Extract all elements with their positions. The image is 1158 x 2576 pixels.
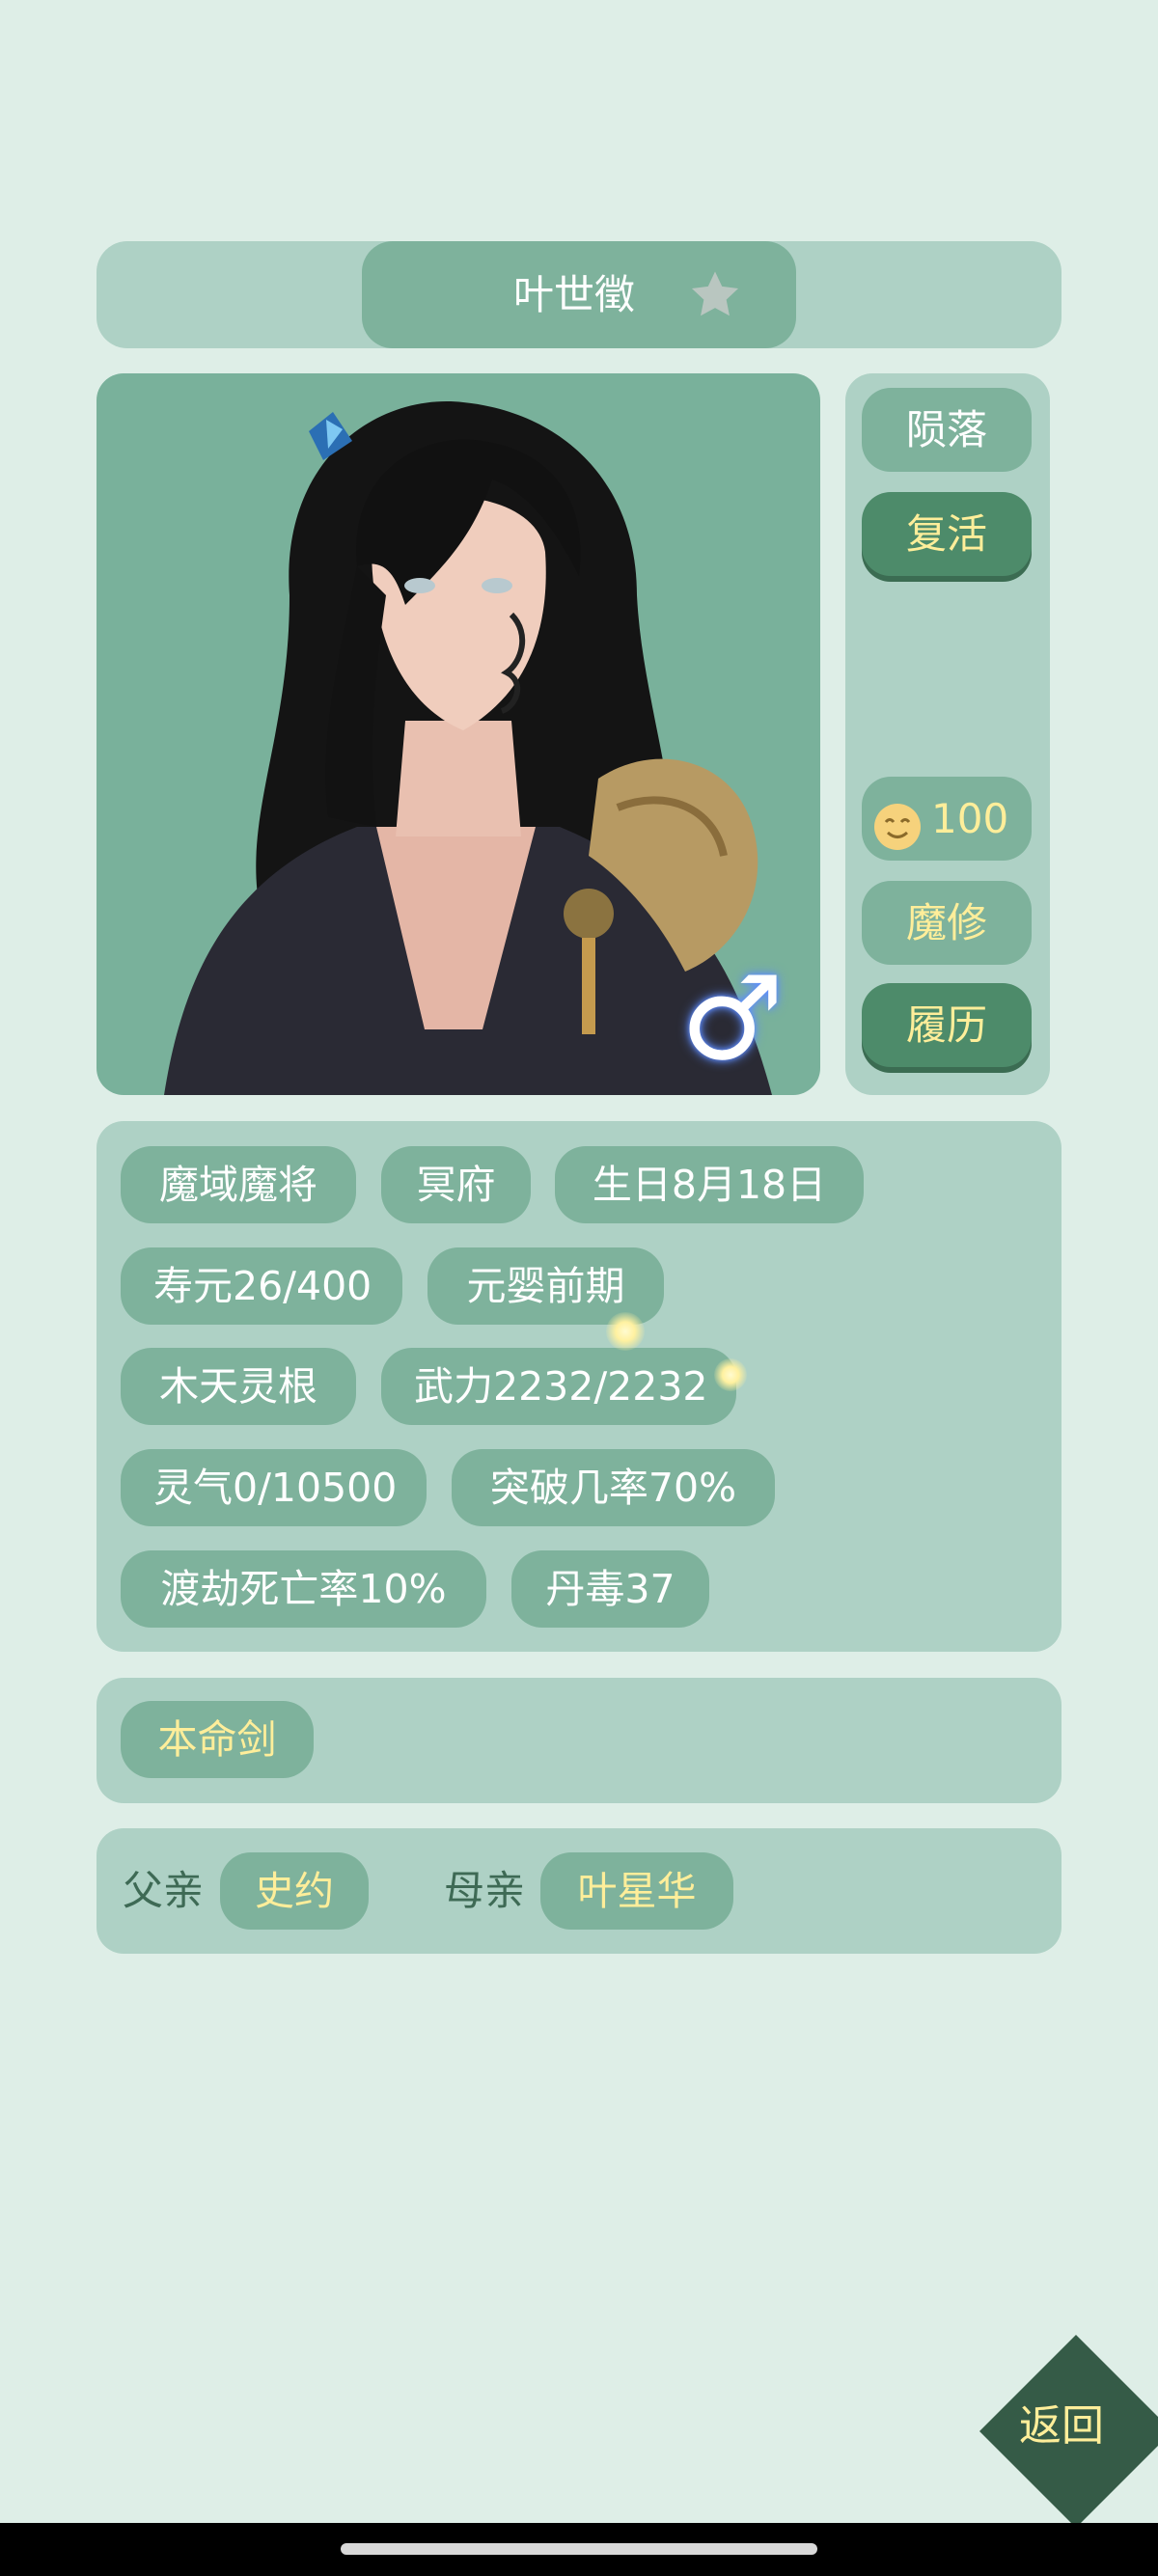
history-button[interactable]: 履历	[862, 983, 1032, 1067]
stat-chip[interactable]: 灵气0/10500	[121, 1449, 427, 1526]
weapon-chip[interactable]: 本命剑	[121, 1701, 314, 1778]
sparkle-effect	[606, 1312, 645, 1351]
father-name-chip[interactable]: 史约	[220, 1852, 369, 1930]
mother-name-chip[interactable]: 叶星华	[540, 1852, 733, 1930]
back-label: 返回	[1019, 2401, 1104, 2451]
male-symbol-icon: ♂	[680, 952, 785, 1086]
fallen-button[interactable]: 陨落	[862, 388, 1032, 472]
mood-indicator[interactable]: 100	[862, 777, 1032, 861]
star-icon[interactable]	[688, 268, 742, 322]
cultivation-button[interactable]: 魔修	[862, 881, 1032, 965]
sparkle-effect	[714, 1358, 747, 1391]
stat-chip[interactable]: 武力2232/2232	[381, 1348, 736, 1425]
stat-chip[interactable]: 突破几率70%	[452, 1449, 775, 1526]
stat-chip[interactable]: 丹毒37	[511, 1550, 709, 1628]
smiley-icon	[873, 795, 922, 850]
stat-chip[interactable]: 寿元26/400	[121, 1247, 402, 1325]
name-tab[interactable]: 叶世徵	[362, 241, 796, 348]
stat-chip[interactable]: 木天灵根	[121, 1348, 356, 1425]
character-portrait: ♂	[96, 373, 820, 1095]
back-button[interactable]: 返回	[975, 2335, 1158, 2528]
father-label: 父亲	[123, 1867, 205, 1914]
revive-button[interactable]: 复活	[862, 492, 1032, 576]
stat-chip[interactable]: 生日8月18日	[555, 1146, 864, 1223]
character-name: 叶世徵	[513, 271, 636, 318]
mood-value: 100	[931, 795, 1009, 842]
stat-chip[interactable]: 冥府	[381, 1146, 531, 1223]
mother-label: 母亲	[444, 1867, 526, 1914]
stat-chip[interactable]: 渡劫死亡率10%	[121, 1550, 486, 1628]
home-indicator[interactable]	[341, 2543, 817, 2555]
stat-chip[interactable]: 魔域魔将	[121, 1146, 356, 1223]
